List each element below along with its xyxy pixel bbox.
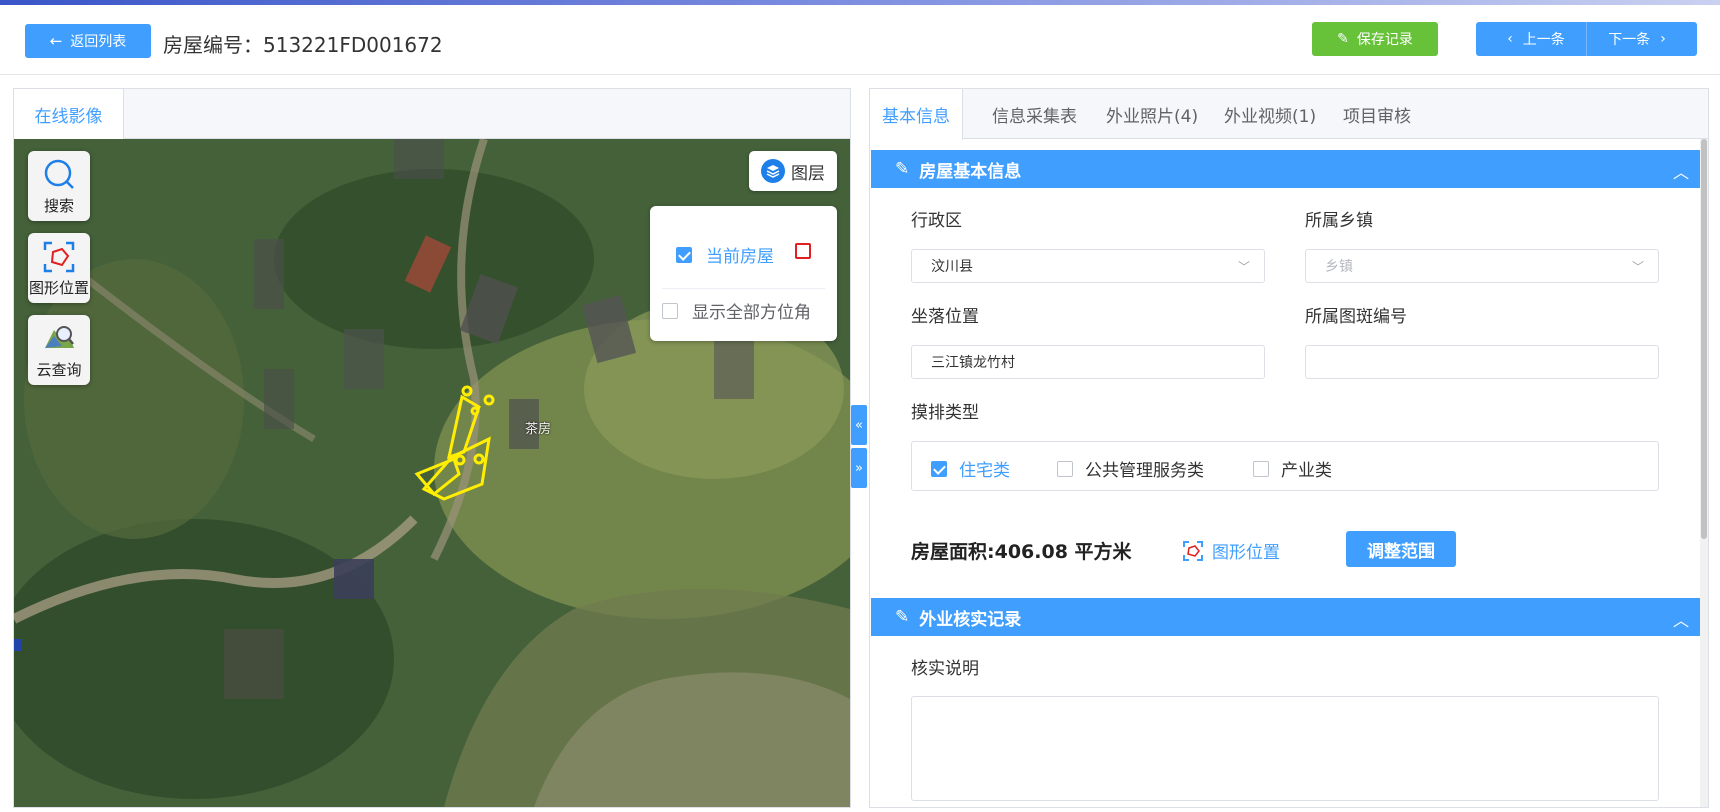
arrow-left-icon: ←: [49, 32, 63, 50]
map-tab-bar: 在线影像: [14, 89, 850, 140]
current-house-label: 当前房屋: [706, 247, 774, 267]
district-select[interactable]: 汶川县 ﹀: [911, 249, 1265, 283]
tab-collection-form[interactable]: 信息采集表: [992, 89, 1077, 140]
layer-popup: 当前房屋 显示全部方位角: [650, 206, 837, 341]
chevron-right-icon: ›: [1660, 31, 1666, 47]
current-house-option[interactable]: 当前房屋: [676, 242, 774, 267]
shape-frame-icon: [43, 241, 75, 273]
collapse-left-button[interactable]: «: [851, 405, 867, 445]
section-field-verification-header[interactable]: ✎ 外业核实记录 ︿: [871, 598, 1701, 636]
location-value: 三江镇龙竹村: [931, 355, 1015, 371]
back-to-list-button[interactable]: ← 返回列表: [25, 24, 151, 58]
previous-record-button[interactable]: ‹ 上一条: [1476, 22, 1586, 56]
town-select[interactable]: 乡镇 ﹀: [1305, 249, 1659, 283]
verification-note-label: 核实说明: [911, 659, 979, 679]
edit-icon: ✎: [1337, 31, 1349, 47]
red-square-legend-icon: [795, 243, 811, 259]
location-label: 坐落位置: [911, 307, 979, 327]
chevron-left-icon: ‹: [1507, 31, 1513, 47]
double-chevron-right-icon: »: [855, 460, 863, 476]
chevron-down-icon: ﹀: [1237, 260, 1250, 274]
tab-online-imagery[interactable]: 在线影像: [14, 89, 124, 140]
layer-button-label: 图层: [791, 163, 825, 184]
type-option-industry[interactable]: 产业类: [1253, 456, 1332, 481]
type-option-residential[interactable]: 住宅类: [931, 456, 1010, 481]
show-all-angles-option[interactable]: 显示全部方位角: [662, 298, 811, 323]
map-shape-position-label: 图形位置: [28, 279, 89, 297]
edit-icon: ✎: [895, 607, 910, 627]
section-field-verification-title: 外业核实记录: [919, 609, 1022, 630]
patch-number-input[interactable]: [1305, 345, 1659, 379]
chevron-up-icon[interactable]: ︿: [1673, 159, 1689, 183]
type-option-public-service[interactable]: 公共管理服务类: [1057, 456, 1204, 481]
type-residential-checkbox[interactable]: [931, 460, 947, 477]
previous-record-label: 上一条: [1522, 32, 1565, 48]
header-bar: ← 返回列表 房屋编号：513221FD001672 ✎ 保存记录 ‹ 上一条 …: [0, 5, 1720, 75]
map-place-label: 茶房: [525, 422, 552, 437]
map-search-label: 搜索: [43, 197, 74, 215]
town-label: 所属乡镇: [1305, 211, 1373, 231]
layer-button[interactable]: 图层: [749, 151, 837, 191]
cloud-query-icon: [45, 326, 74, 348]
map-shape-position-tool[interactable]: 图形位置: [28, 233, 90, 303]
house-area-text: 房屋面积:406.08 平方米: [911, 541, 1132, 563]
save-record-label: 保存记录: [1356, 32, 1413, 48]
type-residential-label: 住宅类: [959, 461, 1010, 481]
shape-position-link[interactable]: 图形位置: [1182, 538, 1280, 563]
chevron-up-icon[interactable]: ︿: [1673, 607, 1689, 631]
info-panel: 基本信息 信息采集表 外业照片(4) 外业视频(1) 项目审核 ✎ 房屋基本信息…: [869, 88, 1709, 808]
next-record-label: 下一条: [1608, 32, 1651, 48]
district-label: 行政区: [911, 211, 962, 231]
search-icon: [44, 159, 74, 189]
expand-right-button[interactable]: »: [851, 448, 867, 488]
current-house-checkbox[interactable]: [676, 246, 692, 263]
verification-note-textarea[interactable]: [911, 696, 1659, 801]
tab-field-photos[interactable]: 外业照片(4): [1106, 89, 1198, 140]
show-all-angles-label: 显示全部方位角: [692, 303, 811, 323]
layers-icon: [761, 159, 785, 183]
edit-icon: ✎: [895, 159, 910, 179]
save-record-button[interactable]: ✎ 保存记录: [1312, 22, 1438, 56]
back-to-list-label: 返回列表: [70, 34, 127, 50]
type-industry-checkbox[interactable]: [1253, 460, 1269, 477]
info-tab-bar: 基本信息 信息采集表 外业照片(4) 外业视频(1) 项目审核: [870, 89, 1708, 140]
tab-field-videos[interactable]: 外业视频(1): [1224, 89, 1316, 140]
map-search-tool[interactable]: 搜索: [28, 151, 90, 221]
survey-type-checkbox-group: 住宅类 公共管理服务类 产业类: [911, 441, 1659, 491]
section-house-basic-info-title: 房屋基本信息: [919, 161, 1022, 182]
scrollbar-thumb[interactable]: [1701, 139, 1707, 539]
shape-position-link-label: 图形位置: [1212, 543, 1280, 563]
double-chevron-left-icon: «: [855, 417, 863, 433]
popup-divider: [662, 288, 825, 289]
adjust-range-button[interactable]: 调整范围: [1346, 531, 1456, 567]
map-panel: 在线影像 搜索 图形位置 云查询 图层 当前房屋 显示全部方位角 茶房: [13, 88, 851, 808]
map-cloud-query-label: 云查询: [36, 361, 82, 379]
map-cloud-query-tool[interactable]: 云查询: [28, 315, 90, 385]
section-house-basic-info-header[interactable]: ✎ 房屋基本信息 ︿: [871, 150, 1701, 188]
house-id-title: 房屋编号：513221FD001672: [163, 33, 443, 57]
town-placeholder: 乡镇: [1325, 259, 1353, 275]
tab-basic-info[interactable]: 基本信息: [870, 89, 963, 140]
tab-project-review[interactable]: 项目审核: [1343, 89, 1411, 140]
type-industry-label: 产业类: [1281, 461, 1332, 481]
patch-number-label: 所属图斑编号: [1305, 307, 1407, 327]
type-public-service-checkbox[interactable]: [1057, 460, 1073, 477]
location-input[interactable]: 三江镇龙竹村: [911, 345, 1265, 379]
next-record-button[interactable]: 下一条 ›: [1587, 22, 1697, 56]
vertical-scrollbar[interactable]: [1700, 139, 1708, 807]
district-value: 汶川县: [931, 259, 973, 275]
chevron-down-icon: ﹀: [1631, 260, 1644, 274]
survey-type-label: 摸排类型: [911, 403, 979, 423]
shape-frame-icon: [1183, 540, 1203, 561]
satellite-map[interactable]: 搜索 图形位置 云查询 图层 当前房屋 显示全部方位角 茶房: [14, 139, 850, 807]
show-all-angles-checkbox[interactable]: [662, 302, 678, 319]
type-public-service-label: 公共管理服务类: [1085, 461, 1204, 481]
